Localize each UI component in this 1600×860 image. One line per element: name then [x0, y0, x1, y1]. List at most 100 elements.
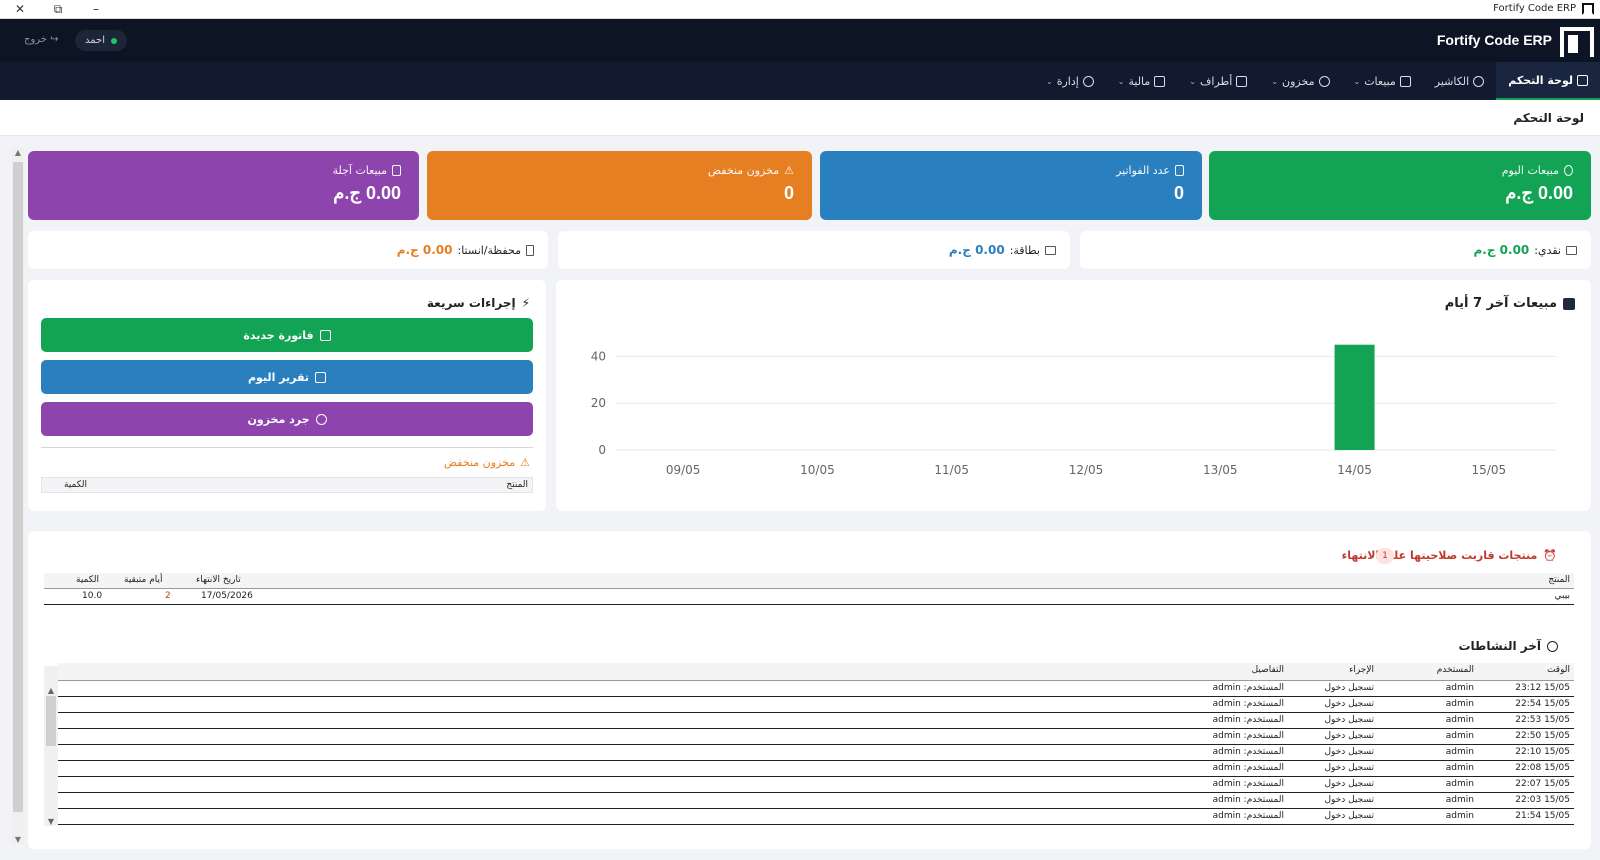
scroll-up-icon[interactable]: ▲ — [44, 686, 58, 695]
col-user: المستخدم — [1436, 665, 1474, 675]
cash-icon — [1566, 245, 1577, 255]
table-row[interactable]: 15/05 22:03 admin تسجيل دخول المستخدم: admi… — [58, 793, 1574, 809]
window-logo-icon — [1582, 3, 1594, 15]
scroll-up-icon[interactable]: ▲ — [12, 148, 24, 157]
users-icon — [1236, 75, 1248, 87]
new-invoice-label: فاتورة جديدة — [243, 328, 314, 342]
minimize-window-icon[interactable]: – — [86, 1, 106, 17]
new-invoice-button[interactable]: فاتورة جديدة — [41, 318, 533, 352]
cell-details: المستخدم: admin — [1212, 795, 1284, 805]
today-report-button[interactable]: تقرير اليوم — [41, 360, 533, 394]
chevron-down-icon: ⌄ — [1117, 76, 1125, 86]
activities-table: الوقت المستخدم الإجراء التفاصيل 15/05 23… — [58, 663, 1574, 828]
col-action: الإجراء — [1349, 665, 1374, 675]
stat-value: 0.00 ج.م — [1505, 183, 1573, 203]
cell-details: المستخدم: admin — [1212, 747, 1284, 757]
y-tick-label: 40 — [591, 349, 606, 363]
sales-chart-panel: مبيعات آخر 7 أيام 0 20 40 09/05 10/05 11/05 12… — [556, 280, 1591, 511]
nav-cashier-label: الكاشير — [1434, 74, 1470, 88]
page-header: لوحة التحكم — [0, 100, 1600, 136]
activities-title: آخر النشاطات — [1458, 639, 1558, 653]
col-product: المنتج — [1548, 575, 1570, 585]
stat-value: 0 — [783, 183, 794, 203]
activities-scrollbar[interactable]: ▲ ▼ — [44, 666, 58, 826]
cell-user: admin — [1445, 779, 1474, 789]
document-icon — [392, 165, 401, 176]
user-pill[interactable]: احمد — [75, 30, 127, 51]
chart-icon — [315, 371, 327, 383]
stock-count-button[interactable]: جرد مخزون — [41, 402, 533, 436]
scroll-down-icon[interactable]: ▼ — [12, 835, 24, 844]
x-tick-label: 11/05 — [934, 463, 969, 477]
quick-actions-panel: ⚡ إجراءات سريعة فاتورة جديدة تقرير اليوم… — [28, 280, 546, 511]
scrollbar-thumb[interactable] — [13, 162, 23, 812]
nav-dashboard[interactable]: لوحة التحكم — [1496, 62, 1600, 100]
nav-sales[interactable]: مبيعات ⌄ — [1342, 62, 1423, 100]
bar — [1334, 344, 1375, 450]
cell-action: تسجيل دخول — [1324, 683, 1375, 693]
cell-time: 15/05 22:03 — [1515, 795, 1570, 805]
money-bag-icon — [1564, 165, 1573, 176]
nav-finance[interactable]: مالية ⌄ — [1106, 62, 1178, 100]
cell-action: تسجيل دخول — [1324, 795, 1375, 805]
cell-days-left: 2 — [165, 591, 171, 601]
stat-credit-sales: مبيعات آجلة 0.00 ج.م — [28, 151, 419, 220]
x-tick-label: 10/05 — [800, 463, 835, 477]
expiry-table-header: المنتج تاريخ الانتهاء أيام متبقية الكمية — [44, 573, 1574, 589]
cell-details: المستخدم: admin — [1212, 683, 1284, 693]
today-report-label: تقرير اليوم — [247, 370, 310, 384]
table-row[interactable]: 15/05 22:07 admin تسجيل دخول المستخدم: admi… — [58, 777, 1574, 793]
alarm-clock-icon: ⏰ — [1543, 549, 1557, 562]
close-window-icon[interactable]: ✕ — [10, 1, 30, 17]
x-tick-label: 13/05 — [1203, 463, 1238, 477]
nav-dashboard-label: لوحة التحكم — [1508, 73, 1573, 87]
restore-window-icon[interactable]: ⧉ — [48, 1, 68, 17]
table-row[interactable]: 15/05 22:54 admin تسجيل دخول المستخدم: admi… — [58, 697, 1574, 713]
nav-parties[interactable]: أطراف ⌄ — [1177, 62, 1259, 100]
brand-text: Fortify Code ERP — [1436, 32, 1552, 48]
table-row[interactable]: 15/05 22:08 admin تسجيل دخول المستخدم: admi… — [58, 761, 1574, 777]
online-status-icon — [111, 37, 117, 44]
cell-user: admin — [1445, 731, 1474, 741]
table-row[interactable]: بيبي 17/05/2026 2 10.0 — [44, 589, 1574, 605]
nav-cashier[interactable]: الكاشير — [1423, 62, 1496, 100]
table-row[interactable]: 15/05 22:10 admin تسجيل دخول المستخدم: admi… — [58, 745, 1574, 761]
logout-button[interactable]: خروج ↪ — [24, 34, 59, 45]
cell-user: admin — [1445, 763, 1474, 773]
cell-time: 15/05 21:54 — [1515, 811, 1570, 821]
bottom-panel: ⏰ منتجات قاربت صلاحيتها على الانتهاء 1 ا… — [28, 531, 1591, 849]
window-titlebar: ✕ ⧉ – Fortify Code ERP — [0, 0, 1600, 19]
cashier-icon — [1473, 75, 1485, 87]
cell-action: تسجيل دخول — [1324, 715, 1375, 725]
page-scrollbar[interactable]: ▲ ▼ — [12, 148, 24, 844]
expiry-title: ⏰ منتجات قاربت صلاحيتها على الانتهاء — [1342, 549, 1557, 562]
chevron-down-icon: ⌄ — [1189, 76, 1196, 86]
clock-icon — [1547, 640, 1558, 652]
col-details: التفاصيل — [1251, 665, 1284, 675]
quick-actions-title-text: إجراءات سريعة — [426, 296, 516, 310]
cell-action: تسجيل دخول — [1324, 731, 1375, 741]
table-row[interactable]: 15/05 22:53 admin تسجيل دخول المستخدم: admi… — [58, 713, 1574, 729]
nav-admin[interactable]: إدارة ⌄ — [1034, 62, 1106, 100]
table-row[interactable]: 15/05 21:54 admin تسجيل دخول المستخدم: admi… — [58, 809, 1574, 825]
box-icon — [1318, 75, 1330, 87]
low-stock-title: ⚠ مخزون منخفض — [444, 456, 530, 469]
cell-user: admin — [1445, 795, 1474, 805]
scroll-down-icon[interactable]: ▼ — [44, 817, 58, 826]
cell-details: المستخدم: admin — [1212, 763, 1284, 773]
x-tick-label: 14/05 — [1337, 463, 1372, 477]
cell-action: تسجيل دخول — [1324, 779, 1375, 789]
cell-details: المستخدم: admin — [1212, 699, 1284, 709]
table-row[interactable]: 15/05 23:12 admin تسجيل دخول المستخدم: admi… — [58, 681, 1574, 697]
expiry-title-text: منتجات قاربت صلاحيتها على الانتهاء — [1341, 549, 1538, 562]
scrollbar-thumb[interactable] — [46, 696, 56, 746]
warning-icon: ⚠ — [784, 164, 794, 177]
nav-inventory[interactable]: مخزون ⌄ — [1259, 62, 1341, 100]
nav-admin-label: إدارة — [1056, 74, 1079, 88]
cell-user: admin — [1445, 747, 1474, 757]
table-row[interactable]: 15/05 22:50 admin تسجيل دخول المستخدم: admi… — [58, 729, 1574, 745]
stat-label: مبيعات اليوم — [1501, 164, 1559, 177]
sales-chart: 0 20 40 09/05 10/05 11/05 12/05 13/05 14/05 15/05 — [591, 344, 1556, 477]
chevron-down-icon: ⌄ — [1353, 76, 1361, 86]
stat-label: عدد الفواتير — [1116, 164, 1170, 177]
